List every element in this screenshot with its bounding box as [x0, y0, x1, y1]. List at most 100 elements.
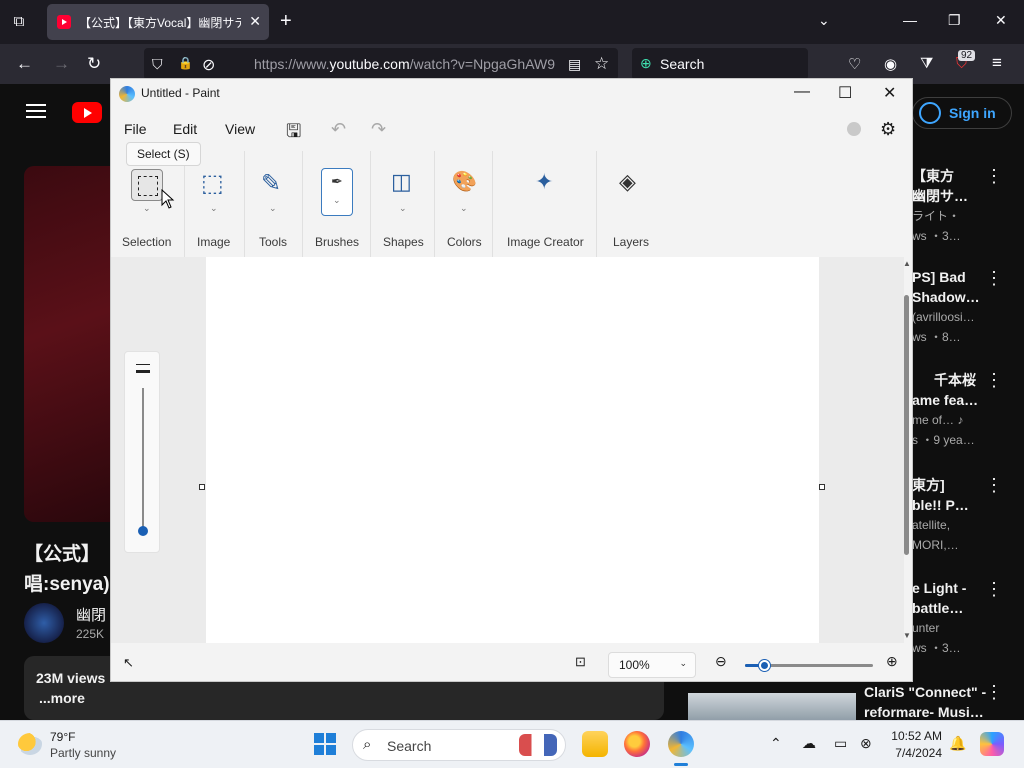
shapes-icon[interactable]: ◫ — [391, 169, 423, 201]
tab-list-icon[interactable]: ⧉ — [8, 12, 30, 32]
notification-bell-icon[interactable]: 🔔 — [949, 735, 966, 752]
start-button[interactable] — [314, 733, 336, 755]
zoom-out-icon[interactable]: ⊖ — [715, 653, 727, 670]
ribbon-group-colors[interactable]: 🎨 ⌄ Colors — [435, 151, 493, 257]
chevron-down-icon[interactable]: ⌄ — [210, 203, 218, 214]
back-button[interactable]: ← — [16, 54, 33, 74]
lock-icon[interactable]: 🔒 — [178, 56, 193, 70]
recommendation-item[interactable]: 千本桜 ame fea… me of… ♪ s ・9 yea… — [912, 370, 1024, 450]
more-actions-icon[interactable]: ⋮ — [985, 268, 1003, 289]
show-hidden-icons-chevron-icon[interactable]: ⌃ — [770, 735, 782, 752]
browser-close-button[interactable]: ✕ — [995, 12, 1007, 29]
network-disconnected-icon[interactable]: ⊗ — [860, 735, 872, 752]
recommendation-item[interactable]: 東方] ble!! P… atellite, MORI,… — [912, 475, 1024, 555]
image-icon[interactable]: ⬚ — [201, 169, 233, 201]
weather-temperature[interactable]: 79°F — [50, 730, 75, 744]
menu-file[interactable]: File — [124, 121, 147, 137]
undo-icon[interactable]: ↶ — [331, 119, 346, 140]
more-link[interactable]: ...more — [39, 690, 85, 706]
account-icon[interactable]: ◉ — [884, 55, 897, 73]
extensions-icon[interactable]: ⧩ — [920, 55, 933, 72]
youtube-logo[interactable] — [72, 102, 102, 123]
browser-tab-youtube[interactable]: 【公式】【東方Vocal】幽閉サテライト ✕ — [47, 4, 269, 40]
palette-icon[interactable]: 🎨 — [452, 169, 484, 201]
ribbon-group-shapes[interactable]: ◫ ⌄ Shapes — [371, 151, 435, 257]
display-icon[interactable]: ▭ — [834, 735, 847, 752]
recommendation-item[interactable]: PS] Bad Shadow… (avrilloosi… ws ・8… — [912, 267, 1024, 347]
list-all-tabs-chevron-icon[interactable]: ⌄ — [818, 12, 830, 29]
ribbon-group-image[interactable]: ⬚ ⌄ Image — [185, 151, 245, 257]
size-slider-track[interactable] — [142, 388, 144, 528]
chevron-down-icon[interactable]: ⌄ — [143, 203, 151, 214]
browser-restore-button[interactable]: ❐ — [948, 12, 961, 29]
weather-condition[interactable]: Partly sunny — [50, 746, 116, 760]
bookmark-star-icon[interactable]: ☆ — [594, 54, 609, 74]
paint-taskbar-icon[interactable] — [668, 731, 694, 757]
new-tab-button[interactable]: + — [280, 10, 292, 33]
ribbon-group-brushes[interactable]: ✒ ⌄ Brushes — [303, 151, 371, 257]
onedrive-icon[interactable]: ☁ — [802, 735, 816, 752]
reload-button[interactable]: ↻ — [87, 54, 101, 74]
pocket-icon[interactable]: ♡ — [848, 55, 861, 73]
recommendation-thumbnail[interactable] — [688, 693, 856, 723]
resize-handle-left[interactable] — [199, 484, 205, 490]
zoom-select[interactable]: 100% ⌄ — [608, 652, 696, 678]
drawing-canvas[interactable] — [206, 257, 819, 643]
fit-to-window-icon[interactable]: ⊡ — [575, 654, 586, 670]
more-actions-icon[interactable]: ⋮ — [985, 579, 1003, 600]
resize-handle-right[interactable] — [819, 484, 825, 490]
zoom-slider[interactable] — [745, 660, 873, 671]
youtube-menu-icon[interactable] — [26, 104, 46, 118]
size-slider-thumb[interactable] — [138, 526, 148, 536]
vertical-scrollbar[interactable]: ▲ ▼ — [902, 257, 912, 643]
url-text[interactable]: https://www.youtube.com/watch?v=NpgaGhAW… — [254, 56, 560, 72]
menu-view[interactable]: View — [225, 121, 255, 137]
ribbon-group-tools[interactable]: ✎ ⌄ Tools — [245, 151, 303, 257]
menu-edit[interactable]: Edit — [173, 121, 197, 137]
channel-avatar[interactable] — [24, 603, 64, 643]
paint-close-button[interactable]: ✕ — [883, 83, 896, 103]
paint-title-bar[interactable]: Untitled - Paint — ☐ ✕ — [111, 79, 912, 109]
settings-gear-icon[interactable]: ⚙ — [880, 119, 896, 140]
tracking-protection-icon[interactable]: ⊘ — [202, 55, 215, 75]
tab-close-icon[interactable]: ✕ — [249, 13, 261, 30]
more-actions-icon[interactable]: ⋮ — [985, 166, 1003, 187]
recommendation-item[interactable]: ClariS "Connect" - reformare- Musi… — [864, 682, 986, 722]
redo-icon[interactable]: ↷ — [371, 119, 386, 140]
recommendation-item[interactable]: e Light - battle… unter ws ・3… — [912, 578, 1024, 658]
chevron-down-icon[interactable]: ⌄ — [399, 203, 407, 214]
zoom-in-icon[interactable]: ⊕ — [886, 653, 898, 670]
recommendation-item[interactable]: 【東方 幽閉サ… ライト・ ws ・3… — [912, 166, 1024, 246]
clock-time[interactable]: 10:52 AM — [890, 729, 942, 743]
pencil-tools-icon[interactable]: ✎ — [261, 169, 293, 201]
zoom-slider-thumb[interactable] — [759, 660, 771, 671]
channel-name[interactable]: 幽閉 — [76, 604, 106, 625]
browser-minimize-button[interactable]: — — [903, 12, 917, 28]
search-bar[interactable]: ⊕ Search — [632, 48, 808, 80]
ribbon-group-layers[interactable]: ◈ Layers — [597, 151, 667, 257]
image-creator-icon[interactable]: ✦ — [535, 169, 567, 201]
more-actions-icon[interactable]: ⋮ — [985, 682, 1003, 703]
brush-icon[interactable]: ✒ ⌄ — [321, 168, 353, 216]
account-avatar[interactable] — [847, 122, 861, 136]
taskbar-search-box[interactable]: ⌕ Search — [352, 729, 566, 761]
scrollbar-thumb[interactable] — [904, 295, 909, 555]
app-menu-icon[interactable]: ≡ — [992, 53, 1002, 73]
shield-icon[interactable]: ⛉ — [152, 56, 163, 73]
scroll-down-icon[interactable]: ▼ — [903, 631, 911, 640]
paint-minimize-button[interactable]: — — [794, 83, 810, 101]
scroll-up-icon[interactable]: ▲ — [903, 259, 911, 268]
clock-date[interactable]: 7/4/2024 — [890, 746, 942, 760]
paint-maximize-button[interactable]: ☐ — [838, 83, 852, 103]
sign-in-button[interactable]: Sign in — [912, 97, 1012, 129]
layers-icon[interactable]: ◈ — [619, 169, 651, 201]
file-explorer-icon[interactable] — [582, 731, 608, 757]
chevron-down-icon[interactable]: ⌄ — [269, 203, 277, 214]
video-player[interactable] — [24, 166, 114, 522]
select-rectangle-icon[interactable] — [131, 169, 163, 201]
ribbon-group-image-creator[interactable]: ✦ Image Creator — [493, 151, 597, 257]
forward-button[interactable]: → — [53, 54, 70, 74]
chevron-down-icon[interactable]: ⌄ — [460, 203, 468, 214]
weather-partly-sunny-icon[interactable] — [18, 733, 42, 755]
more-actions-icon[interactable]: ⋮ — [985, 370, 1003, 391]
